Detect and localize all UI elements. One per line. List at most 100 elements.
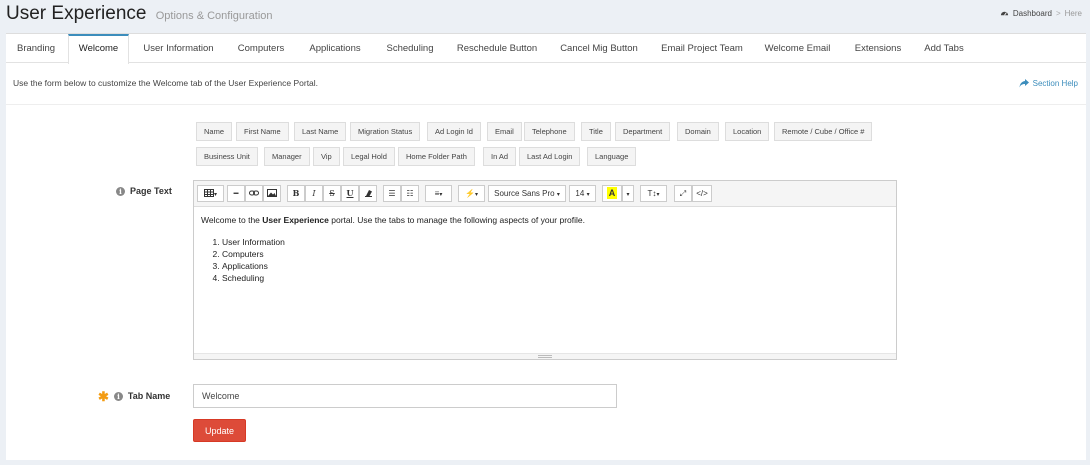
tab-welcome-email[interactable]: Welcome Email <box>759 34 836 63</box>
strikethrough-button[interactable]: S <box>323 185 341 202</box>
expand-icon: ⤢ <box>679 189 687 198</box>
divider <box>6 104 1086 105</box>
font-name-value: Source Sans Pro <box>494 189 555 198</box>
bold-button[interactable]: B <box>287 185 305 202</box>
clear-format-button[interactable] <box>359 185 377 202</box>
tab-name-label: ✱ i Tab Name <box>98 388 170 404</box>
table-icon <box>203 189 214 197</box>
placeholder-chip-department[interactable]: Department <box>615 122 671 141</box>
font-size-value: 14 <box>575 189 585 198</box>
placeholder-chip-remote-cube-office[interactable]: Remote / Cube / Office # <box>774 122 873 141</box>
page-text-label-text: Page Text <box>130 186 172 196</box>
breadcrumb-separator: > <box>1055 9 1061 18</box>
picture-button[interactable] <box>263 185 281 202</box>
placeholder-chip-name[interactable]: Name <box>196 122 233 141</box>
placeholder-chip-language[interactable]: Language <box>587 147 637 166</box>
editor-intro-paragraph: Welcome to the User Experience portal. U… <box>201 215 585 225</box>
tab-computers[interactable]: Computers <box>230 34 292 63</box>
editor-toolbar: ▾ ━ B I S U ☰ ☷ ≡▾ ⚡▾ Source Sans Pro ▾ … <box>194 181 896 207</box>
font-size-caret-icon: ▾ <box>586 192 590 198</box>
placeholder-chip-home-folder-path[interactable]: Home Folder Path <box>398 147 475 166</box>
intro-text: Use the form below to customize the Welc… <box>13 78 319 88</box>
page-subtitle: Options & Configuration <box>155 10 273 22</box>
tab-email-project-team[interactable]: Email Project Team <box>655 34 749 63</box>
intro-bold: User Experience <box>262 215 329 225</box>
placeholder-chip-last-name[interactable]: Last Name <box>294 122 347 141</box>
tab-scheduling[interactable]: Scheduling <box>379 34 441 63</box>
info-icon: i <box>116 186 125 196</box>
tab-extensions[interactable]: Extensions <box>848 34 908 63</box>
page-title: User Experience Options & Configuration <box>6 3 273 25</box>
unordered-list-icon: ☰ <box>388 189 396 198</box>
placeholder-chip-business-unit[interactable]: Business Unit <box>196 147 258 166</box>
link-button[interactable] <box>245 185 263 202</box>
tab-user-information[interactable]: User Information <box>136 34 221 63</box>
placeholder-chip-ad-login-id[interactable]: Ad Login Id <box>427 122 481 141</box>
strikethrough-icon: S <box>329 189 335 198</box>
tab-reschedule-button[interactable]: Reschedule Button <box>452 34 542 63</box>
code-view-button[interactable]: </> <box>692 185 712 202</box>
tab-bar: Branding Welcome User Information Comput… <box>6 34 1086 64</box>
placeholder-chip-title[interactable]: Title <box>581 122 611 141</box>
horizontal-rule-button[interactable]: ━ <box>227 185 245 202</box>
placeholder-chip-legal-hold[interactable]: Legal Hold <box>343 147 395 166</box>
picture-icon <box>267 189 277 197</box>
highlight-color-dropdown[interactable]: ▾ <box>622 185 634 202</box>
underline-button[interactable]: U <box>341 185 359 202</box>
line-height-button[interactable]: T↕▾ <box>640 185 667 202</box>
tab-branding[interactable]: Branding <box>10 34 62 63</box>
tab-name-input[interactable] <box>193 384 617 408</box>
tab-applications[interactable]: Applications <box>302 34 368 63</box>
font-name-caret-icon: ▾ <box>556 192 560 198</box>
tab-cancel-mig-button[interactable]: Cancel Mig Button <box>554 34 644 63</box>
font-name-select[interactable]: Source Sans Pro ▾ <box>488 185 566 202</box>
style-button[interactable]: ⚡▾ <box>458 185 485 202</box>
list-item: Scheduling <box>222 272 585 284</box>
unordered-list-button[interactable]: ☰ <box>383 185 401 202</box>
breadcrumb-current: Here <box>1064 9 1082 18</box>
highlight-color-button[interactable]: A <box>602 185 622 202</box>
tab-welcome[interactable]: Welcome <box>68 34 129 64</box>
magic-wand-icon: ⚡ <box>465 189 475 198</box>
page-header: User Experience Options & Configuration … <box>0 0 1090 30</box>
link-icon <box>249 190 259 196</box>
editor-resize-handle[interactable] <box>194 353 896 359</box>
breadcrumb-dashboard-link[interactable]: Dashboard <box>1013 9 1052 18</box>
page-text-label: i Page Text <box>116 186 172 196</box>
style-caret-icon: ▾ <box>474 192 478 198</box>
placeholder-chip-domain[interactable]: Domain <box>677 122 719 141</box>
info-icon: i <box>113 391 123 401</box>
font-size-select[interactable]: 14 ▾ <box>569 185 596 202</box>
list-item: User Information <box>222 236 585 248</box>
placeholder-chip-manager[interactable]: Manager <box>264 147 310 166</box>
rich-text-editor: ▾ ━ B I S U ☰ ☷ ≡▾ ⚡▾ Source Sans Pro ▾ … <box>193 180 897 360</box>
placeholder-chip-telephone[interactable]: Telephone <box>524 122 575 141</box>
table-button[interactable]: ▾ <box>197 185 224 202</box>
tab-add-tabs[interactable]: Add Tabs <box>918 34 970 63</box>
placeholder-chip-first-name[interactable]: First Name <box>236 122 289 141</box>
update-button[interactable]: Update <box>193 419 246 442</box>
editor-content[interactable]: Welcome to the User Experience portal. U… <box>201 215 585 284</box>
intro-after: portal. Use the tabs to manage the follo… <box>328 215 585 225</box>
ordered-list-button[interactable]: ☷ <box>401 185 419 202</box>
fullscreen-button[interactable]: ⤢ <box>674 185 692 202</box>
placeholder-chip-vip[interactable]: Vip <box>313 147 340 166</box>
paragraph-align-button[interactable]: ≡▾ <box>425 185 452 202</box>
code-view-icon: </> <box>696 189 708 198</box>
list-item: Applications <box>222 260 585 272</box>
placeholder-chip-migration-status[interactable]: Migration Status <box>350 122 421 141</box>
table-caret-icon: ▾ <box>213 192 217 198</box>
section-help-link[interactable]: Section Help <box>1019 79 1078 88</box>
required-asterisk-icon: ✱ <box>98 388 109 404</box>
line-height-caret-icon: ▾ <box>656 192 660 198</box>
placeholder-chip-last-ad-login[interactable]: Last Ad Login <box>519 147 581 166</box>
placeholder-chip-email[interactable]: Email <box>487 122 522 141</box>
breadcrumb: Dashboard > Here <box>1000 9 1082 18</box>
placeholder-chip-location[interactable]: Location <box>725 122 770 141</box>
italic-button[interactable]: I <box>305 185 323 202</box>
placeholder-chip-in-ad[interactable]: In Ad <box>483 147 517 166</box>
list-item: Computers <box>222 248 585 260</box>
page-title-text: User Experience <box>6 3 147 24</box>
eraser-icon <box>364 190 372 197</box>
editor-ordered-list: User Information Computers Applications … <box>222 236 585 284</box>
